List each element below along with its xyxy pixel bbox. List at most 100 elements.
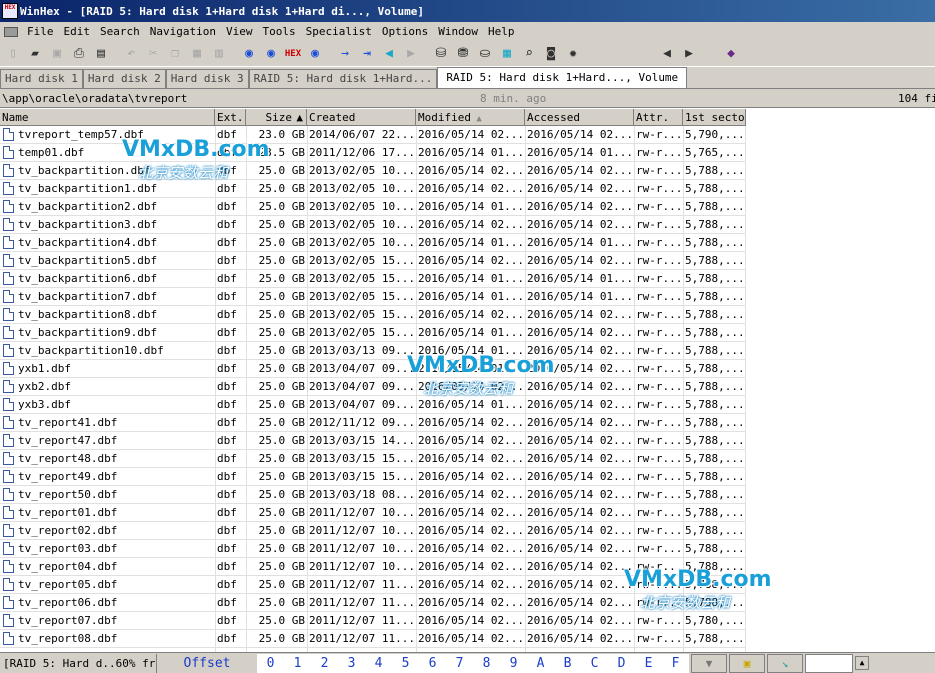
winhex-app-icon[interactable]: HEX [2, 3, 18, 19]
clone-disk-icon[interactable]: ⛀ [474, 43, 496, 65]
file-row[interactable]: tv_report02.dbf dbf 25.0 GB 2011/12/07 10..… [0, 522, 746, 540]
file-row[interactable]: tv_backpartition9.dbf dbf 25.0 GB 2013/02/0… [0, 324, 746, 342]
file-size: 25.0 GB [258, 254, 305, 267]
file-row[interactable]: tv_report03.dbf dbf 25.0 GB 2011/12/07 10..… [0, 540, 746, 558]
file-row[interactable]: tv_report47.dbf dbf 25.0 GB 2013/03/15 14..… [0, 432, 746, 450]
settings-icon[interactable]: ✹ [562, 43, 584, 65]
file-row[interactable]: tv_report01.dbf dbf 25.0 GB 2011/12/07 10..… [0, 504, 746, 522]
document-menu-icon[interactable] [4, 26, 18, 37]
file-row[interactable]: tv_backpartition8.dbf dbf 25.0 GB 2013/02/0… [0, 306, 746, 324]
menu-help[interactable]: Help [483, 25, 520, 38]
snapshot-icon[interactable]: ◙ [540, 43, 562, 65]
file-modified: 2016/05/14 02... [418, 524, 524, 537]
folder-icon[interactable]: ▣ [729, 653, 765, 673]
column-accessed[interactable]: Accessed [525, 109, 634, 126]
file-created: 2013/02/05 15... [309, 326, 415, 339]
undo-icon[interactable]: ↶ [120, 43, 142, 65]
file-ext: dbf [217, 560, 237, 573]
file-row[interactable]: tv_report49.dbf dbf 25.0 GB 2013/03/15 15..… [0, 468, 746, 486]
help-book-icon[interactable]: ◆ [720, 43, 742, 65]
tab-hard-disk-3[interactable]: Hard disk 3 [165, 69, 249, 88]
file-row[interactable]: tv_report04.dbf dbf 25.0 GB 2011/12/07 10..… [0, 558, 746, 576]
last-updated: 8 min. ago [480, 92, 547, 105]
open-icon[interactable]: ▰ [24, 43, 46, 65]
copy-icon[interactable]: ❐ [164, 43, 186, 65]
menu-view[interactable]: View [221, 25, 258, 38]
paste-icon[interactable]: ▦ [186, 43, 208, 65]
volume-status: [RAID 5: Hard d..60% free [0, 653, 157, 673]
file-row[interactable]: tv_backpartition5.dbf dbf 25.0 GB 2013/02/0… [0, 252, 746, 270]
tab-raid5[interactable]: RAID 5: Hard disk 1+Hard... [248, 69, 438, 88]
file-row[interactable]: tv_backpartition4.dbf dbf 25.0 GB 2013/02/0… [0, 234, 746, 252]
file-first-sector: 5,788,... [685, 164, 745, 177]
file-row[interactable]: tv_report08.dbf dbf 25.0 GB 2011/12/07 11..… [0, 630, 746, 648]
tab-hard-disk-1[interactable]: Hard disk 1 [0, 69, 83, 88]
print-icon[interactable]: ⎙ [68, 43, 90, 65]
file-modified: 2016/05/14 02... [418, 254, 524, 267]
file-row[interactable]: tv_backpartition1.dbf dbf 25.0 GB 2013/02/0… [0, 180, 746, 198]
current-path[interactable]: \app\oracle\oradata\tvreport [2, 89, 187, 108]
status-field[interactable] [805, 653, 853, 673]
file-modified: 2016/05/14 02... [418, 182, 524, 195]
calculator-icon[interactable]: ▦ [496, 43, 518, 65]
file-row[interactable]: tv_report05.dbf dbf 25.0 GB 2011/12/07 11..… [0, 576, 746, 594]
column-modified[interactable]: Modified ▲ [416, 109, 525, 126]
file-row[interactable]: yxb1.dbf dbf 25.0 GB 2013/04/07 09... 2016/0… [0, 360, 746, 378]
file-row[interactable]: tvreport_temp57.dbf dbf 23.0 GB 2014/06/07 … [0, 126, 746, 144]
file-row[interactable]: tv_backpartition2.dbf dbf 25.0 GB 2013/02/0… [0, 198, 746, 216]
go-to-icon[interactable]: ◉ [304, 43, 326, 65]
column-size[interactable]: Size ▲ [246, 109, 307, 126]
tab-hard-disk-2[interactable]: Hard disk 2 [82, 69, 166, 88]
replace-icon[interactable]: HEX [282, 43, 304, 65]
file-modified: 2016/05/14 01... [418, 326, 524, 339]
file-row[interactable]: temp01.dbf dbf 23.5 GB 2011/12/06 17... 2016… [0, 144, 746, 162]
file-row[interactable]: yxb3.dbf dbf 25.0 GB 2013/04/07 09... 2016/0… [0, 396, 746, 414]
go-to-sector-icon[interactable]: ⇥ [356, 43, 378, 65]
find-hex-icon[interactable]: ◉ [260, 43, 282, 65]
column-created[interactable]: Created [307, 109, 416, 126]
arrow-icon[interactable]: ↘ [767, 653, 803, 673]
menu-tools[interactable]: Tools [257, 25, 300, 38]
file-row[interactable]: tv_backpartition10.dbf dbf 25.0 GB 2013/03/… [0, 342, 746, 360]
tab-raid5-volume[interactable]: RAID 5: Hard disk 1+Hard..., Volume [437, 67, 688, 88]
menu-file[interactable]: File [22, 25, 59, 38]
file-row[interactable]: tv_backpartition7.dbf dbf 25.0 GB 2013/02/0… [0, 288, 746, 306]
column-ext[interactable]: Ext. [215, 109, 246, 126]
search-icon[interactable]: ⌕ [518, 43, 540, 65]
menu-options[interactable]: Options [377, 25, 433, 38]
open-disk-icon[interactable]: ⛁ [430, 43, 452, 65]
next-icon[interactable]: ▶ [678, 43, 700, 65]
properties-icon[interactable]: ▤ [90, 43, 112, 65]
file-row[interactable]: tv_backpartition3.dbf dbf 25.0 GB 2013/02/0… [0, 216, 746, 234]
file-row[interactable]: yxb2.dbf dbf 25.0 GB 2013/04/07 09... 2016/0… [0, 378, 746, 396]
copy-block-icon[interactable]: ▥ [208, 43, 230, 65]
save-icon[interactable]: ▣ [46, 43, 68, 65]
menu-window[interactable]: Window [433, 25, 483, 38]
open-ram-icon[interactable]: ⛃ [452, 43, 474, 65]
file-row[interactable]: tv_report50.dbf dbf 25.0 GB 2013/03/18 08..… [0, 486, 746, 504]
go-to-offset-icon[interactable]: → [334, 43, 356, 65]
file-row[interactable]: tv_report48.dbf dbf 25.0 GB 2013/03/15 15..… [0, 450, 746, 468]
find-text-icon[interactable]: ◉ [238, 43, 260, 65]
directory-browser: Name Ext. Size ▲ Created Modified ▲ Acces… [0, 109, 935, 652]
file-row[interactable]: tv_report41.dbf dbf 25.0 GB 2012/11/12 09..… [0, 414, 746, 432]
menu-specialist[interactable]: Specialist [301, 25, 377, 38]
file-row[interactable]: tv_report06.dbf dbf 25.0 GB 2011/12/07 11..… [0, 594, 746, 612]
scroll-up-icon[interactable]: ▲ [855, 656, 869, 670]
column-first-sector[interactable]: 1st sector [683, 109, 746, 126]
column-attr[interactable]: Attr. [634, 109, 683, 126]
cut-icon[interactable]: ✂ [142, 43, 164, 65]
file-row[interactable]: tv_backpartition6.dbf dbf 25.0 GB 2013/02/0… [0, 270, 746, 288]
file-attr: rw-r... [636, 182, 683, 195]
previous-icon[interactable]: ◀ [656, 43, 678, 65]
forward-icon[interactable]: ▶ [400, 43, 422, 65]
file-row[interactable]: tv_report07.dbf dbf 25.0 GB 2011/12/07 11..… [0, 612, 746, 630]
file-row[interactable]: tv_backpartition.dbf dbf 25.0 GB 2013/02/05… [0, 162, 746, 180]
menu-search[interactable]: Search [95, 25, 145, 38]
menu-edit[interactable]: Edit [59, 25, 96, 38]
column-name[interactable]: Name [0, 109, 215, 126]
new-icon[interactable]: ▯ [2, 43, 24, 65]
menu-navigation[interactable]: Navigation [145, 25, 221, 38]
dropdown-icon[interactable]: ▼ [691, 653, 727, 673]
back-icon[interactable]: ◀ [378, 43, 400, 65]
